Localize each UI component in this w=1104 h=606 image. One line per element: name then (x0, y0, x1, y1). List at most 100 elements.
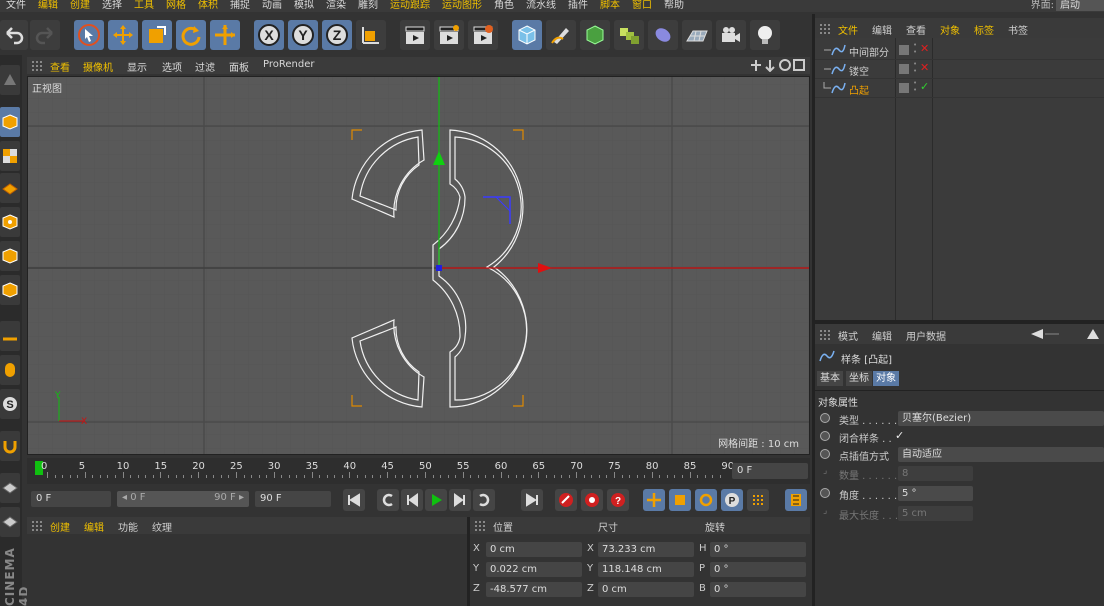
cube-object-button[interactable] (512, 20, 542, 50)
attr-menu-mode[interactable]: 模式 (838, 328, 858, 343)
floor-button[interactable] (682, 20, 712, 50)
rot-b-field[interactable]: 0 ° (710, 582, 806, 597)
visibility-dots[interactable]: • • (913, 42, 917, 56)
coordinate-system-button[interactable] (356, 20, 386, 50)
y-axis-lock-button[interactable]: Y (288, 20, 318, 50)
object-name[interactable]: 凸起 (849, 82, 869, 97)
layer-swatch[interactable] (899, 45, 909, 55)
size-y-field[interactable]: 118.148 cm (598, 562, 694, 577)
menu-help[interactable]: 帮助 (658, 0, 690, 11)
viewport-front[interactable]: 正视图 Y X 网格间距 : 10 cm (27, 76, 810, 455)
render-settings-button[interactable] (468, 20, 498, 50)
animate-dot[interactable] (820, 449, 830, 459)
prop-type-select[interactable]: 贝塞尔(Bezier) (898, 411, 1104, 426)
panel-splitter-vertical[interactable] (812, 14, 815, 606)
om-menu-file[interactable]: 文件 (838, 22, 858, 37)
om-menu-tags[interactable]: 标签 (974, 22, 994, 37)
texture-mode-button[interactable] (0, 141, 20, 171)
viewport-nav-icons[interactable] (750, 59, 806, 73)
layer-swatch[interactable] (899, 64, 909, 74)
om-menu-objects[interactable]: 对象 (940, 22, 960, 37)
model-mode-button[interactable] (0, 107, 20, 137)
points-mode-button[interactable] (0, 207, 20, 237)
make-editable-button[interactable] (0, 65, 20, 95)
menu-animate[interactable]: 动画 (256, 0, 288, 11)
pos-z-field[interactable]: -48.577 cm (486, 582, 582, 597)
rotate-tool-button[interactable] (176, 20, 206, 50)
rot-h-field[interactable]: 0 ° (710, 542, 806, 557)
viewport-menu-camera[interactable]: 摄像机 (83, 59, 113, 74)
attr-menu-userdata[interactable]: 用户数据 (906, 328, 946, 343)
redo-button[interactable] (30, 20, 60, 50)
goto-end-button[interactable] (521, 489, 543, 511)
object-row[interactable]: 中间部分 • • ✕ (815, 41, 1104, 60)
menu-pipeline[interactable]: 流水线 (520, 0, 562, 11)
pen-tool-button[interactable] (546, 20, 576, 50)
panel-splitter-bottom[interactable] (467, 517, 470, 606)
size-z-field[interactable]: 0 cm (598, 582, 694, 597)
viewport-menu-view[interactable]: 查看 (50, 59, 70, 74)
keyframe-selection-button[interactable]: ? (607, 489, 629, 511)
end-frame-field[interactable]: 90 F (255, 491, 331, 507)
pos-x-field[interactable]: 0 cm (486, 542, 582, 557)
object-name[interactable]: 中间部分 (849, 44, 889, 59)
menu-render[interactable]: 渲染 (320, 0, 352, 11)
visibility-dots[interactable]: • • (913, 80, 917, 94)
menu-character[interactable]: 角色 (488, 0, 520, 11)
play-button[interactable] (425, 489, 447, 511)
disabled-status[interactable]: ✕ (920, 42, 929, 55)
menu-window[interactable]: 窗口 (626, 0, 658, 11)
viewport-grid-handle-icon[interactable] (31, 60, 42, 71)
animate-dot[interactable] (820, 488, 830, 498)
prev-frame-button[interactable] (401, 489, 423, 511)
menu-plugins[interactable]: 插件 (562, 0, 594, 11)
object-row[interactable]: 镂空 • • ✕ (815, 60, 1104, 79)
layer-button[interactable] (0, 507, 20, 537)
enabled-status[interactable]: ✓ (920, 80, 929, 93)
light-button[interactable] (750, 20, 780, 50)
axis-mode-button[interactable] (0, 321, 20, 351)
key-scale-button[interactable] (669, 489, 691, 511)
material-area[interactable] (27, 534, 467, 606)
menu-file[interactable]: 文件 (0, 0, 32, 11)
render-picture-viewer-button[interactable] (434, 20, 464, 50)
current-frame-field[interactable]: 0 F (732, 463, 808, 479)
render-view-button[interactable] (400, 20, 430, 50)
attr-nav-arrows-icon[interactable] (1029, 327, 1104, 341)
viewport-menu-display[interactable]: 显示 (127, 59, 147, 74)
menu-motion-tracking[interactable]: 运动跟踪 (384, 0, 436, 11)
rot-p-field[interactable]: 0 ° (710, 562, 806, 577)
tab-object[interactable]: 对象 (873, 371, 899, 386)
grid-lock-button[interactable] (0, 473, 20, 503)
pos-y-field[interactable]: 0.022 cm (486, 562, 582, 577)
object-name[interactable]: 镂空 (849, 63, 869, 78)
layer-swatch[interactable] (899, 83, 909, 93)
menu-tools[interactable]: 工具 (128, 0, 160, 11)
animate-dot[interactable] (820, 431, 830, 441)
om-menu-edit[interactable]: 编辑 (872, 22, 892, 37)
transform-tool-button[interactable] (210, 20, 240, 50)
disabled-status[interactable]: ✕ (920, 61, 929, 74)
tab-coordinates[interactable]: 坐标 (846, 371, 872, 386)
key-position-button[interactable] (643, 489, 665, 511)
om-menu-bookmarks[interactable]: 书签 (1008, 22, 1028, 37)
menu-edit[interactable]: 编辑 (32, 0, 64, 11)
undo-button[interactable] (0, 20, 28, 50)
z-axis-lock-button[interactable]: Z (322, 20, 352, 50)
workplane-mode-button[interactable] (0, 173, 20, 203)
goto-start-button[interactable] (343, 489, 365, 511)
menu-script[interactable]: 脚本 (594, 0, 626, 11)
menu-simulate[interactable]: 模拟 (288, 0, 320, 11)
material-menu-create[interactable]: 创建 (50, 519, 70, 534)
timeline-ruler[interactable]: 0 5 10 15 20 25 30 35 40 45 50 55 60 65 70 75 80 85 90 0 F (27, 458, 810, 484)
coord-grid-handle-icon[interactable] (474, 520, 485, 531)
material-menu-edit[interactable]: 编辑 (84, 519, 104, 534)
layout-select[interactable]: 启动 (1056, 0, 1104, 11)
menu-volume[interactable]: 体积 (192, 0, 224, 11)
prop-interpolation-select[interactable]: 自动适应 (898, 447, 1104, 462)
deformer-button[interactable] (648, 20, 678, 50)
material-menu-function[interactable]: 功能 (118, 519, 138, 534)
visibility-dots[interactable]: • • (913, 61, 917, 75)
menu-create[interactable]: 创建 (64, 0, 96, 11)
next-frame-button[interactable] (449, 489, 471, 511)
